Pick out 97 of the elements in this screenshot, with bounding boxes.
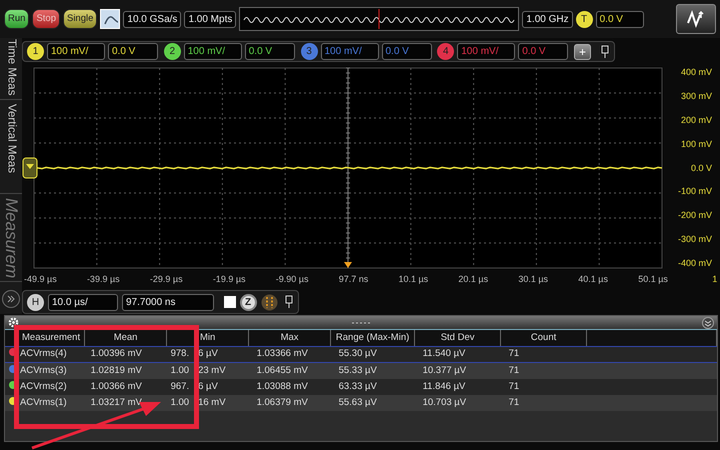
time-position-field[interactable]: 97.7000 ns	[122, 294, 214, 310]
drag-handle-icon[interactable]	[350, 320, 370, 324]
memory-depth-field: 1.00 Mpts	[184, 10, 236, 28]
table-cell: 55.33 µV	[330, 362, 415, 379]
table-cell: 1.06379 mV	[248, 395, 331, 412]
axis-label: -100 mV	[676, 185, 712, 198]
table-cell: 23 mV	[198, 364, 226, 376]
axis-label: 300 mV	[680, 90, 712, 104]
trigger-badge: T	[576, 10, 593, 28]
waveform-arrow-icon[interactable]	[686, 9, 706, 29]
pin-icon[interactable]	[284, 295, 294, 309]
table-cell: 10.377 µV	[414, 362, 501, 379]
settings-icon[interactable]	[8, 317, 19, 328]
axis-label: 10.1 µs	[398, 273, 428, 286]
add-channel-button[interactable]: +	[574, 44, 592, 60]
channel-scale-field[interactable]: 100 mV/	[184, 43, 242, 60]
table-cell: 967.	[170, 380, 190, 392]
double-chevron-icon[interactable]	[6, 294, 16, 304]
table-cell: 16 mV	[198, 397, 226, 408]
table-cell: 11.540 µV	[414, 346, 501, 362]
channel-offset-field[interactable]: 0.0 V	[244, 43, 295, 60]
table-row[interactable]: ACVrms(1) 1.03217 mV 1.00 16 mV 1.06379 mV 55.63 µV 10.703 µV 71	[5, 395, 716, 412]
axis-label: -29.9 µs	[150, 273, 183, 286]
axis-label: 40.1 µs	[578, 273, 608, 286]
axis-label: -49.9 µs	[24, 273, 57, 286]
table-cell: 71	[500, 378, 587, 395]
table-cell: 55.63 µV	[330, 395, 415, 412]
sample-rate-field: 10.0 GSa/s	[123, 10, 182, 28]
trigger-level-marker[interactable]	[22, 158, 38, 179]
table-cell: ACVrms(4)	[20, 348, 67, 360]
axis-label: 400 mV	[680, 66, 712, 80]
table-cell: 978.	[170, 348, 190, 360]
channel-offset-field[interactable]: 0.0 V	[382, 43, 432, 60]
axis-label: -19.9 µs	[212, 273, 246, 286]
axis-label: 100 mV	[680, 138, 712, 151]
table-cell: 71	[500, 346, 587, 362]
markers-icon[interactable]	[260, 294, 278, 310]
bandwidth-field: 1.00 GHz	[522, 10, 573, 28]
channel-offset-field[interactable]: 0.0 V	[108, 43, 158, 60]
table-cell: 11.846 µV	[414, 378, 501, 395]
column-header[interactable]: Std Dev	[414, 330, 501, 346]
axis-label: -9.90 µs	[276, 273, 308, 286]
trigger-level-field[interactable]: 0.0 V	[596, 10, 644, 28]
column-header[interactable]: Mean	[84, 330, 167, 346]
channel-scale-field[interactable]: 100 mV/	[47, 43, 105, 60]
column-header[interactable]: Min	[166, 330, 249, 346]
axis-label: 97.7 ns	[338, 273, 368, 286]
table-cell: ACVrms(3)	[20, 364, 67, 376]
pin-icon[interactable]	[600, 44, 610, 59]
axis-label: -400 mV	[676, 256, 712, 270]
side-tab: Measurem	[0, 194, 22, 282]
waveform-mode-icon[interactable]	[100, 9, 120, 29]
table-row[interactable]: ACVrms(3) 1.02819 mV 1.00 23 mV 1.06455 mV 55.33 µV 10.377 µV 71	[5, 362, 716, 379]
table-cell: 1.00	[170, 397, 190, 408]
checkbox[interactable]	[224, 296, 236, 308]
table-cell: 55.30 µV	[330, 346, 415, 362]
table-cell: 1.00366 mV	[84, 378, 167, 395]
time-scale-field[interactable]: 10.0 µs/	[48, 294, 118, 310]
channel-badge[interactable]: 4	[437, 43, 454, 60]
axis-label: 0.0 V	[690, 162, 712, 175]
table-cell: 71	[500, 362, 587, 379]
table-cell: 1.00396 mV	[84, 346, 167, 362]
single-button[interactable]: Single	[62, 9, 98, 29]
table-cell: 10.703 µV	[414, 395, 501, 412]
table-cell: 1.03088 mV	[248, 378, 331, 395]
column-header[interactable]: Max	[248, 330, 331, 346]
table-cell: ACVrms(1)	[20, 397, 67, 408]
axis-label: 50.1 µs	[638, 273, 668, 286]
table-cell: 1.00	[170, 364, 190, 376]
column-header[interactable]: Range (Max-Min)	[330, 330, 415, 346]
run-button[interactable]: Run	[4, 9, 30, 29]
channel-scale-field[interactable]: 100 mV/	[457, 43, 516, 60]
axis-label: -300 mV	[676, 233, 712, 246]
axis-label: -200 mV	[676, 209, 712, 222]
column-header[interactable]: Measurement	[5, 330, 85, 346]
table-cell: 1.06455 mV	[248, 362, 331, 379]
channel-badge[interactable]: 3	[300, 43, 318, 60]
table-cell: 63.33 µV	[330, 378, 415, 395]
channel-badge[interactable]: 1	[27, 43, 44, 60]
table-cell: 1.02819 mV	[84, 362, 167, 379]
channel-scale-field[interactable]: 100 mV/	[320, 43, 378, 60]
table-cell: 1.03366 mV	[248, 346, 331, 362]
channel-offset-field[interactable]: 0.0 V	[518, 43, 568, 60]
expand-button[interactable]	[2, 290, 20, 308]
zoom-button[interactable]: Z	[240, 294, 256, 310]
channel-marker: 1	[711, 273, 718, 286]
axis-label: 20.1 µs	[458, 273, 488, 286]
trigger-position-marker[interactable]	[344, 262, 352, 268]
axis-label: 200 mV	[680, 114, 712, 127]
column-header[interactable]: Count	[500, 330, 587, 346]
axis-label: -39.9 µs	[86, 273, 120, 286]
table-cell: 71	[500, 395, 587, 412]
table-cell: ACVrms(2)	[20, 380, 67, 392]
horizontal-badge: H	[27, 294, 44, 310]
axis-label: 30.1 µs	[518, 273, 548, 286]
channel-badge[interactable]: 2	[164, 43, 181, 60]
auto-scale-button[interactable]	[676, 4, 716, 34]
